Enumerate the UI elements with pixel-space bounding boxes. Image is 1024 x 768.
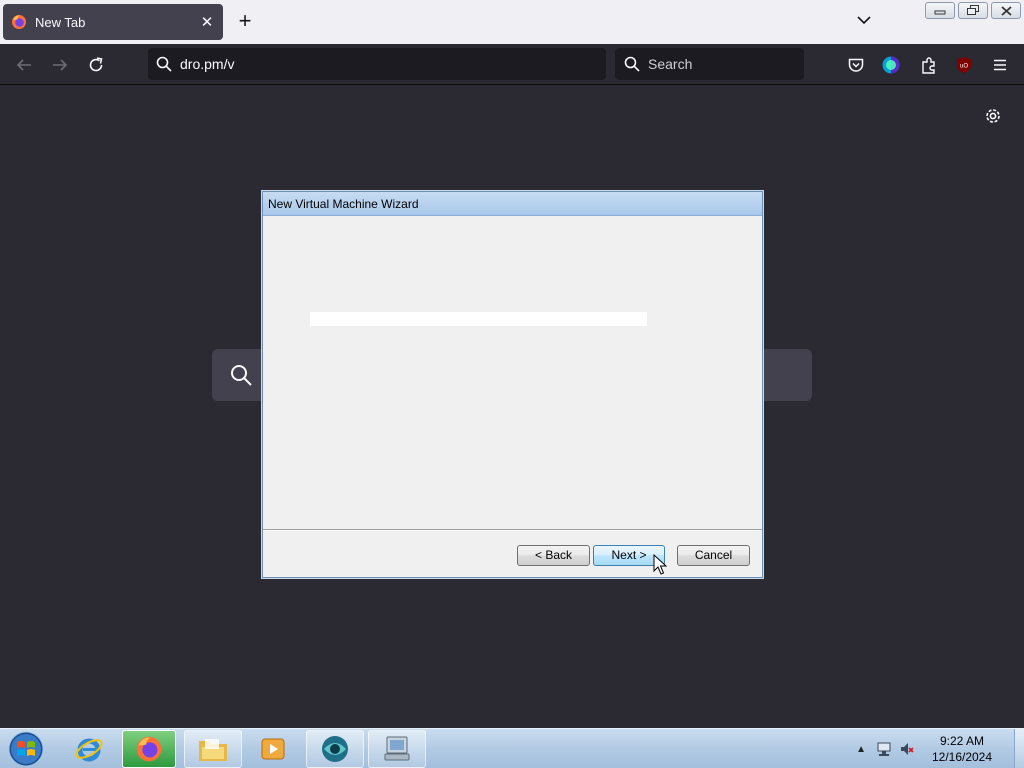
taskbar-virtualbox[interactable]: [306, 730, 364, 768]
close-icon: [1000, 5, 1012, 16]
tab-new-tab[interactable]: New Tab ✕: [3, 4, 223, 40]
window-controls: [925, 2, 1021, 19]
cancel-button[interactable]: Cancel: [677, 545, 750, 566]
gear-icon[interactable]: [983, 106, 1003, 126]
forward-arrow-icon[interactable]: [51, 56, 69, 74]
media-player-icon: [261, 738, 285, 760]
search-icon: [231, 365, 252, 386]
file-explorer-icon: [199, 739, 227, 761]
taskbar-firefox[interactable]: [122, 730, 176, 768]
ublock-icon[interactable]: uO: [955, 56, 973, 74]
show-hidden-icons-icon[interactable]: ▲: [856, 744, 866, 755]
svg-text:uO: uO: [960, 64, 968, 70]
virtualbox-icon: [322, 736, 348, 762]
chevron-down-icon[interactable]: [856, 12, 872, 28]
taskbar-clock[interactable]: 9:22 AM 12/16/2024: [922, 733, 1002, 765]
remote-desktop-icon: [384, 736, 410, 761]
pocket-icon[interactable]: [847, 56, 865, 74]
taskbar-remote-desktop[interactable]: [368, 730, 426, 768]
navigation-toolbar: uO: [0, 44, 1024, 85]
firefox-icon: [12, 15, 26, 29]
search-icon: [624, 56, 640, 72]
back-button[interactable]: < Back: [517, 545, 590, 566]
taskbar: ▲ 9:22 AM 12/16/2024: [0, 728, 1024, 768]
close-window-button[interactable]: [991, 2, 1021, 19]
firefox-icon: [136, 736, 162, 762]
search-bar[interactable]: [615, 48, 804, 80]
plus-icon[interactable]: +: [234, 10, 256, 32]
taskbar-internet-explorer[interactable]: [60, 730, 118, 768]
clock-time: 9:22 AM: [939, 734, 985, 748]
menu-icon[interactable]: [991, 56, 1009, 74]
search-icon: [156, 56, 172, 72]
network-icon[interactable]: [876, 741, 892, 757]
restore-button[interactable]: [958, 2, 988, 19]
taskbar-file-explorer[interactable]: [184, 730, 242, 768]
volume-muted-icon[interactable]: [899, 741, 915, 757]
wizard-text-field[interactable]: [310, 312, 647, 326]
address-bar[interactable]: [148, 48, 606, 80]
tab-strip: New Tab ✕ +: [0, 0, 1024, 44]
system-tray: ▲ 9:22 AM 12/16/2024: [856, 729, 1024, 768]
extensions-icon[interactable]: [920, 56, 938, 74]
tab-title: New Tab: [35, 14, 86, 30]
minimize-button[interactable]: [925, 2, 955, 19]
mouse-cursor-icon: [653, 554, 667, 575]
dialog-title: New Virtual Machine Wizard: [263, 192, 762, 216]
taskbar-media-player[interactable]: [244, 730, 302, 768]
dialog-divider: [263, 529, 762, 531]
windows-start-icon[interactable]: [6, 730, 46, 768]
restore-icon: [967, 5, 979, 15]
new-vm-wizard-dialog: New Virtual Machine Wizard < Back Next >…: [262, 191, 763, 578]
back-arrow-icon[interactable]: [15, 56, 33, 74]
search-input[interactable]: [648, 56, 798, 72]
close-icon[interactable]: ✕: [199, 13, 215, 31]
account-icon[interactable]: [882, 56, 900, 74]
show-desktop-button[interactable]: [1014, 729, 1024, 768]
reload-icon[interactable]: [87, 56, 105, 74]
url-input[interactable]: [180, 56, 580, 72]
clock-date: 12/16/2024: [931, 750, 993, 764]
minimize-icon: [934, 10, 946, 14]
internet-explorer-icon: [75, 738, 103, 762]
